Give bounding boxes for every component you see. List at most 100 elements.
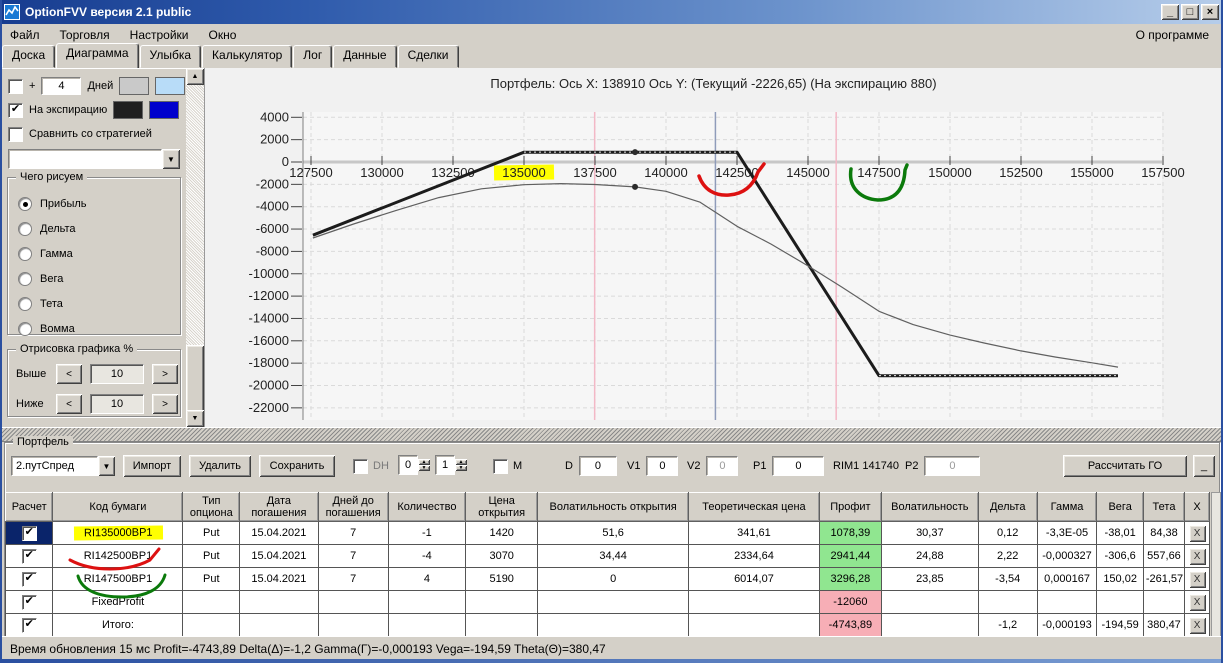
p1-label: P1 xyxy=(753,460,767,472)
expiry-color-swatch-1[interactable] xyxy=(113,101,144,119)
column-header-Тип опциона[interactable]: Тип опциона xyxy=(182,492,241,522)
column-header-X[interactable]: X xyxy=(1184,492,1210,522)
radio-option-Вомма[interactable]: Вомма xyxy=(18,322,180,336)
v2-input[interactable] xyxy=(706,456,739,476)
p2-input[interactable] xyxy=(924,456,981,476)
menu-bar: Файл Торговля Настройки Окно О программе xyxy=(0,24,1223,46)
maximize-button[interactable]: □ xyxy=(1181,4,1199,20)
row-delete-button[interactable]: X xyxy=(1188,616,1206,634)
sidebar-scrollbar[interactable]: ▲ ▼ xyxy=(186,68,204,427)
render-group-title: Отрисовка графика % xyxy=(16,343,138,355)
save-button[interactable]: Сохранить xyxy=(259,455,335,477)
column-header-Тета[interactable]: Тета xyxy=(1142,492,1186,522)
portfolio-dropdown[interactable]: 2.путСпред ▼ xyxy=(11,455,115,477)
days-checkbox[interactable] xyxy=(8,78,23,94)
tab-Сделки[interactable]: Сделки xyxy=(397,45,459,68)
row-checkbox[interactable] xyxy=(21,594,37,610)
column-header-Гамма[interactable]: Гамма xyxy=(1036,492,1098,522)
m-checkbox[interactable] xyxy=(493,458,508,474)
dh-spinner-2[interactable]: ▲▼ xyxy=(435,455,467,475)
calculate-go-button[interactable]: Рассчитать ГО xyxy=(1063,455,1187,477)
chevron-down-icon[interactable]: ▼ xyxy=(162,149,180,169)
row-delete-button[interactable]: X xyxy=(1188,547,1206,565)
row-delete-button[interactable]: X xyxy=(1188,593,1206,611)
radio-icon[interactable] xyxy=(18,322,32,336)
delete-button[interactable]: Удалить xyxy=(189,455,251,477)
radio-option-Дельта[interactable]: Дельта xyxy=(18,222,180,236)
decrease-button[interactable]: < xyxy=(56,394,82,414)
dh-spinner-2-input[interactable] xyxy=(435,455,455,475)
p1-input[interactable] xyxy=(772,456,825,476)
menu-item-2[interactable]: Настройки xyxy=(120,25,199,45)
tab-Лог[interactable]: Лог xyxy=(293,45,333,68)
expiry-color-swatch-2[interactable] xyxy=(149,101,180,119)
tab-Калькулятор[interactable]: Калькулятор xyxy=(202,45,293,68)
days-input[interactable] xyxy=(41,77,82,95)
import-button[interactable]: Импорт xyxy=(123,455,181,477)
minimize-button[interactable]: _ xyxy=(1161,4,1179,20)
radio-icon[interactable] xyxy=(18,247,32,261)
row-delete-button[interactable]: X xyxy=(1188,570,1206,588)
compare-checkbox[interactable] xyxy=(8,126,23,142)
radio-icon[interactable] xyxy=(18,222,32,236)
days-color-swatch-1[interactable] xyxy=(119,77,150,95)
dh-spinner-1[interactable]: ▲▼ xyxy=(398,455,430,475)
column-header-Дата погашения[interactable]: Дата погашения xyxy=(239,492,319,522)
menu-item-3[interactable]: Окно xyxy=(199,25,247,45)
menu-item-0[interactable]: Файл xyxy=(0,25,50,45)
column-header-Теоретическая цена[interactable]: Теоретическая цена xyxy=(687,492,820,522)
close-button[interactable]: × xyxy=(1201,4,1219,20)
dh-spinner-1-input[interactable] xyxy=(398,455,418,475)
tab-Диаграмма[interactable]: Диаграмма xyxy=(56,43,139,68)
payoff-chart[interactable]: 4000 2000 0 -2000 -4000 -6000 -8000 -10000 -1200… xyxy=(205,68,1222,427)
chevron-down-icon[interactable]: ▼ xyxy=(98,456,115,476)
dh-checkbox[interactable] xyxy=(353,458,368,474)
column-header-Волатильность открытия[interactable]: Волатильность открытия xyxy=(537,492,689,522)
spin-down-icon[interactable]: ▼ xyxy=(418,465,430,471)
increase-button[interactable]: > xyxy=(152,364,178,384)
row-delete-button[interactable]: X xyxy=(1188,524,1206,542)
decrease-button[interactable]: < xyxy=(56,364,82,384)
menu-item-1[interactable]: Торговля xyxy=(50,25,120,45)
days-color-swatch-2[interactable] xyxy=(155,77,186,95)
radio-option-Тета[interactable]: Тета xyxy=(18,297,180,311)
column-header-Дней до погашения[interactable]: Дней до погашения xyxy=(317,492,389,522)
column-header-Волатильность[interactable]: Волатильность xyxy=(880,492,979,522)
tab-Данные[interactable]: Данные xyxy=(333,45,397,68)
column-header-Количество[interactable]: Количество xyxy=(387,492,467,522)
menu-item-about[interactable]: О программе xyxy=(1136,28,1223,42)
column-header-Код бумаги[interactable]: Код бумаги xyxy=(52,492,184,522)
collapse-button[interactable]: _ xyxy=(1193,455,1215,477)
radio-icon[interactable] xyxy=(18,297,32,311)
spin-down-icon[interactable]: ▼ xyxy=(455,465,467,471)
scroll-down-icon[interactable]: ▼ xyxy=(186,410,204,427)
row-checkbox[interactable] xyxy=(21,617,37,633)
increase-button[interactable]: > xyxy=(152,394,178,414)
v1-input[interactable] xyxy=(646,456,679,476)
radio-option-Прибыль[interactable]: Прибыль xyxy=(18,197,180,211)
p2-field: P2 xyxy=(905,455,981,477)
column-header-Расчет[interactable]: Расчет xyxy=(4,492,54,522)
column-header-Вега[interactable]: Вега xyxy=(1096,492,1144,522)
svg-text:130000: 130000 xyxy=(360,165,403,180)
radio-option-Вега[interactable]: Вега xyxy=(18,272,180,286)
table-scrollbar[interactable] xyxy=(1211,492,1221,637)
yellow-marked-code[interactable]: RI135000BP1 xyxy=(73,525,163,541)
column-header-Цена открытия[interactable]: Цена открытия xyxy=(465,492,539,522)
radio-option-Гамма[interactable]: Гамма xyxy=(18,247,180,261)
column-header-Дельта[interactable]: Дельта xyxy=(977,492,1038,522)
tab-Доска[interactable]: Доска xyxy=(2,45,56,68)
tab-Улыбка[interactable]: Улыбка xyxy=(139,45,202,68)
radio-icon[interactable] xyxy=(18,197,32,211)
scrollbar-thumb[interactable] xyxy=(186,345,204,412)
column-header-Профит[interactable]: Профит xyxy=(818,492,882,522)
radio-icon[interactable] xyxy=(18,272,32,286)
expiry-checkbox[interactable] xyxy=(8,102,23,118)
splitter-handle[interactable] xyxy=(2,427,1221,442)
strategy-dropdown[interactable]: ▼ xyxy=(8,149,180,169)
row-checkbox[interactable] xyxy=(21,571,37,587)
scroll-up-icon[interactable]: ▲ xyxy=(186,68,204,85)
row-checkbox[interactable] xyxy=(21,525,37,541)
d-input[interactable] xyxy=(578,456,617,476)
row-checkbox[interactable] xyxy=(21,548,37,564)
